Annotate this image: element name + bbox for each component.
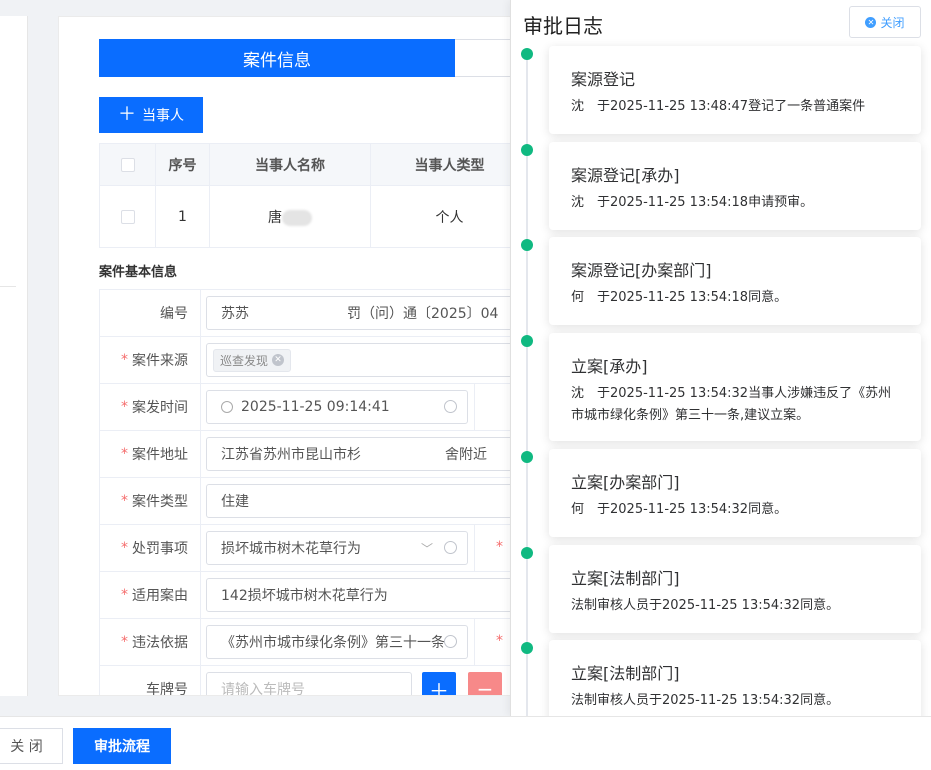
row-divider	[474, 525, 475, 571]
required-mark: *	[496, 633, 503, 649]
label-penalty: * 处罚事项	[100, 525, 201, 571]
timeline-dot	[521, 335, 533, 347]
timeline-dot	[521, 547, 533, 559]
row-type: 个人	[370, 185, 517, 248]
add-party-label: 当事人	[142, 108, 184, 124]
form-row-address: * 案件地址 江苏省苏州市昆山市杉 舍附近	[99, 431, 517, 478]
label-cause: * 适用案由	[100, 572, 201, 618]
form-row-time: * 案发时间 2025-11-25 09:14:41	[99, 384, 517, 431]
check-circle-icon	[444, 400, 457, 413]
basis-select[interactable]: 《苏州市城市绿化条例》第三十一条	[206, 625, 468, 659]
penalty-select[interactable]: 损坏城市树木花草行为 ﹀	[206, 531, 468, 565]
close-icon: ✕	[865, 16, 877, 28]
remove-plate-button[interactable]: −	[468, 672, 502, 695]
party-table-header: 序号 当事人名称 当事人类型	[99, 143, 517, 186]
log-card: 立案[办案部门] 何 于2025-11-25 13:54:32同意。	[549, 449, 921, 537]
log-card: 立案[承办] 沈 于2025-11-25 13:54:32当事人涉嫌违反了《苏州…	[549, 333, 921, 441]
log-card: 案源登记 沈 于2025-11-25 13:48:47登记了一条普通案件	[549, 46, 921, 134]
select-all-checkbox[interactable]	[120, 157, 135, 172]
log-card: 立案[法制部门] 法制审核人员于2025-11-25 13:54:32同意。	[549, 545, 921, 633]
row-checkbox[interactable]	[120, 209, 135, 224]
cause-field[interactable]: 142损坏城市树木花草行为	[206, 578, 517, 612]
label-number: 编号	[100, 290, 201, 336]
label-type: * 案件类型	[100, 478, 201, 524]
tab-bar: 案件信息	[99, 39, 517, 77]
table-row[interactable]: 1 唐 个人	[99, 185, 517, 248]
row-divider	[474, 384, 475, 430]
timeline-dot	[521, 144, 533, 156]
redacted-mask	[282, 209, 312, 226]
left-panel-divider	[0, 286, 16, 287]
row-index: 1	[155, 185, 210, 248]
drawer-close-button[interactable]: ✕ 关闭	[849, 6, 921, 38]
label-plate: 车牌号	[100, 666, 201, 695]
timeline-dot	[521, 239, 533, 251]
timeline-dot	[521, 451, 533, 463]
tab-other[interactable]	[455, 39, 517, 77]
tag-remove-icon[interactable]: ✕	[272, 354, 285, 366]
log-card: 案源登记[承办] 沈 于2025-11-25 13:54:18申请预审。	[549, 142, 921, 230]
form-row-cause: * 适用案由 142损坏城市树木花草行为	[99, 572, 517, 619]
row-name: 唐	[268, 209, 282, 226]
timeline-dot	[521, 642, 533, 654]
approval-log-drawer: 审批日志 ✕ 关闭 案源登记 沈 于2025-11-25 13:48:47登记了…	[510, 0, 931, 716]
label-time: * 案发时间	[100, 384, 201, 430]
form-row-plate: 车牌号 请输入车牌号 ＋ −	[99, 666, 517, 695]
form-row-basis: * 违法依据 《苏州市城市绿化条例》第三十一条 *	[99, 619, 517, 666]
check-circle-icon	[444, 635, 457, 648]
add-party-button[interactable]: ＋ 当事人	[99, 97, 203, 133]
type-field[interactable]: 住建	[206, 484, 517, 518]
form-row-source: * 案件来源 巡查发现 ✕	[99, 337, 517, 384]
timeline-dot	[521, 48, 533, 60]
address-field[interactable]: 江苏省苏州市昆山市杉 舍附近	[206, 437, 517, 471]
time-picker[interactable]: 2025-11-25 09:14:41	[206, 390, 468, 424]
party-table: 序号 当事人名称 当事人类型 1 唐 个人	[99, 143, 517, 248]
log-card: 案源登记[办案部门] 何 于2025-11-25 13:54:18同意。	[549, 237, 921, 325]
add-plate-button[interactable]: ＋	[422, 672, 456, 695]
label-address: * 案件地址	[100, 431, 201, 477]
section-title: 案件基本信息	[99, 265, 178, 280]
log-card: 立案[法制部门] 法制审核人员于2025-11-25 13:54:32同意。	[549, 640, 921, 716]
clock-icon	[221, 401, 233, 413]
col-type: 当事人类型	[370, 143, 517, 186]
source-select[interactable]: 巡查发现 ✕	[206, 343, 517, 377]
approval-flow-button[interactable]: 审批流程	[73, 728, 171, 764]
number-field[interactable]: 苏苏 罚（问）通〔2025〕04	[206, 296, 517, 330]
plate-input[interactable]: 请输入车牌号	[206, 672, 412, 695]
case-detail-panel: 案件信息 ＋ 当事人 序号 当事人名称 当事人类型 1 唐 个人 案件基本信息 …	[58, 16, 518, 696]
form-row-number: 编号 苏苏 罚（问）通〔2025〕04	[99, 290, 517, 337]
required-mark: *	[496, 539, 503, 555]
label-source: * 案件来源	[100, 337, 201, 383]
left-panel	[0, 16, 28, 696]
close-button[interactable]: 关 闭	[0, 728, 63, 764]
label-basis: * 违法依据	[100, 619, 201, 665]
select-all-cell	[99, 143, 156, 186]
case-form: 编号 苏苏 罚（问）通〔2025〕04 * 案件来源 巡查发现 ✕ * 案发时间 20…	[99, 289, 517, 695]
plus-icon: ＋	[118, 104, 136, 125]
check-circle-icon	[444, 541, 457, 554]
col-name: 当事人名称	[209, 143, 371, 186]
col-index: 序号	[155, 143, 210, 186]
source-tag: 巡查发现 ✕	[213, 348, 292, 372]
form-row-type: * 案件类型 住建	[99, 478, 517, 525]
drawer-title: 审批日志	[523, 14, 603, 38]
form-row-penalty: * 处罚事项 损坏城市树木花草行为 ﹀ *	[99, 525, 517, 572]
row-select-cell	[99, 185, 156, 248]
footer-bar: 关 闭 审批流程	[0, 716, 931, 770]
row-name-cell: 唐	[209, 185, 371, 248]
chevron-down-icon: ﹀	[420, 542, 433, 556]
tab-case-info[interactable]: 案件信息	[99, 39, 455, 77]
row-divider	[474, 619, 475, 665]
